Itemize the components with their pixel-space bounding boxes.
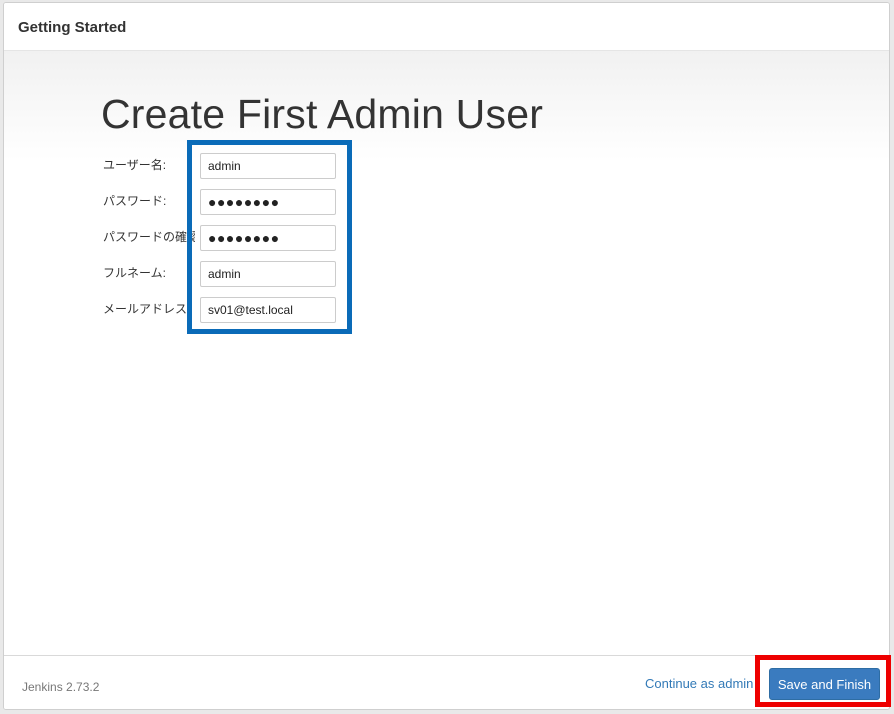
save-and-finish-button[interactable]: Save and Finish — [769, 668, 880, 700]
email-label: メールアドレス: — [103, 302, 191, 316]
page-title: Create First Admin User — [101, 91, 544, 137]
fullname-input[interactable] — [200, 261, 336, 287]
dialog-body: Create First Admin User ユーザー名: パスワード: パス… — [4, 51, 889, 655]
confirm-password-label: パスワードの確認: — [103, 230, 195, 244]
confirm-password-input[interactable] — [200, 225, 336, 251]
setup-wizard-dialog: Getting Started Create First Admin User … — [3, 2, 890, 710]
username-input[interactable] — [200, 153, 336, 179]
continue-as-admin-link[interactable]: Continue as admin — [645, 676, 753, 691]
dialog-header: Getting Started — [4, 3, 889, 51]
username-label: ユーザー名: — [103, 158, 167, 172]
fullname-row: フルネーム: — [4, 261, 404, 287]
dialog-title: Getting Started — [18, 19, 127, 36]
password-row: パスワード: — [4, 189, 404, 215]
password-label: パスワード: — [103, 194, 167, 208]
version-label: Jenkins 2.73.2 — [22, 680, 100, 694]
confirm-password-row: パスワードの確認: — [4, 225, 404, 251]
password-input[interactable] — [200, 189, 336, 215]
username-row: ユーザー名: — [4, 153, 404, 179]
dialog-footer: Jenkins 2.73.2 Continue as admin Save an… — [4, 655, 889, 709]
email-row: メールアドレス: — [4, 297, 404, 323]
email-input[interactable] — [200, 297, 336, 323]
fullname-label: フルネーム: — [103, 266, 166, 280]
